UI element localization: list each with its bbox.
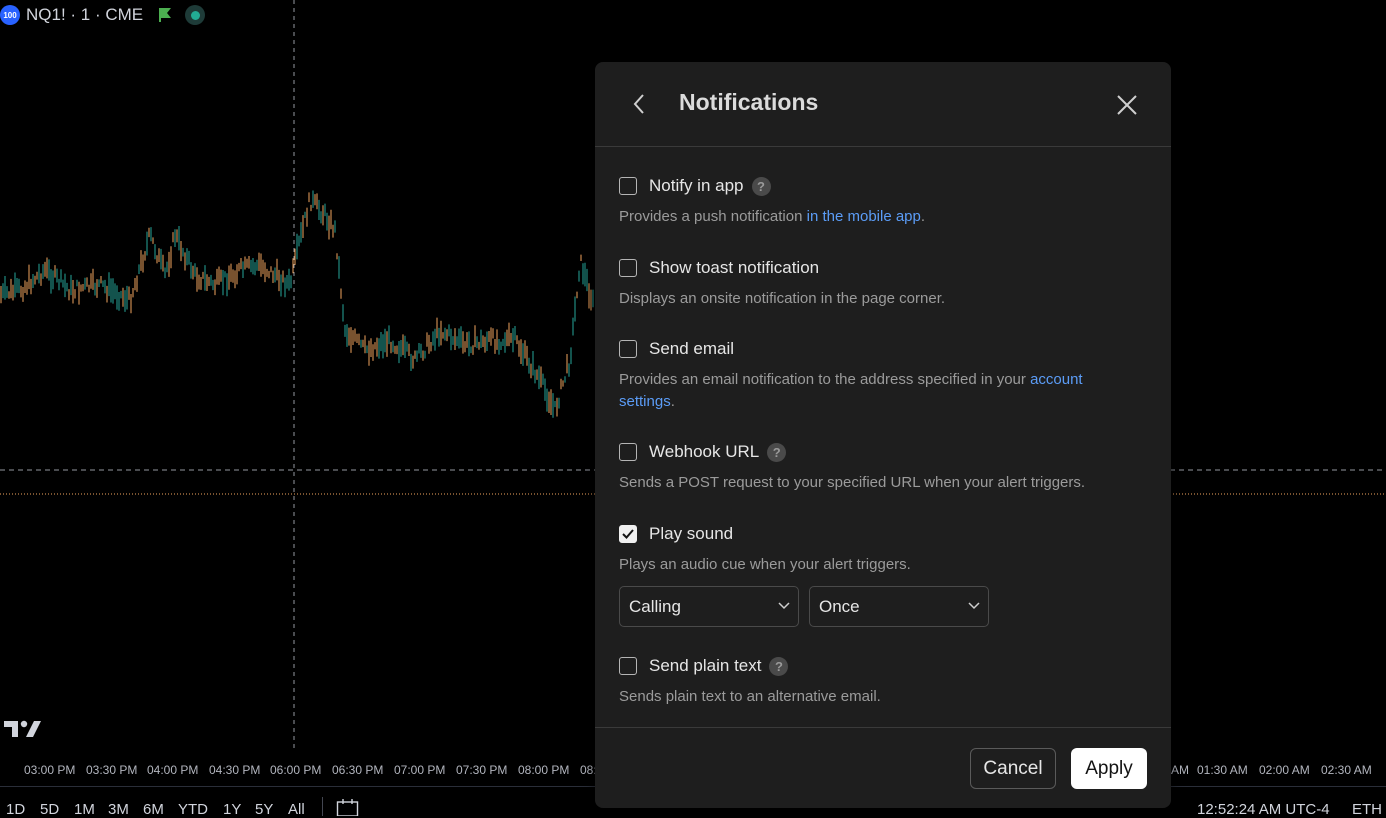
option-webhook-url: Webhook URL ? Sends a POST request to yo…: [619, 441, 1139, 494]
close-icon[interactable]: [1114, 92, 1140, 118]
range-1y-button[interactable]: 1Y: [223, 801, 241, 818]
play-sound-checkbox[interactable]: [619, 525, 637, 543]
tradingview-logo-icon[interactable]: [4, 718, 42, 740]
symbol-bar[interactable]: 100 NQ1! · 1 · CME: [0, 3, 206, 27]
divider: [322, 797, 323, 816]
range-5d-button[interactable]: 5D: [40, 801, 59, 818]
clock-readout[interactable]: 12:52:24 AM UTC-4: [1197, 801, 1330, 818]
help-icon[interactable]: ?: [769, 656, 789, 676]
calendar-icon[interactable]: [336, 798, 360, 816]
time-tick: 03:30 PM: [86, 763, 138, 777]
time-tick: 02:30 AM: [1321, 763, 1372, 777]
time-tick: 04:00 PM: [147, 763, 199, 777]
option-description: Sends a POST request to your specified U…: [619, 474, 1086, 491]
option-description: Sends plain text to an alternative email…: [619, 688, 881, 705]
desc-text: Provides a push notification: [619, 208, 807, 225]
repeat-select-value: Once: [819, 596, 860, 616]
back-button-icon[interactable]: [627, 90, 653, 118]
notify-in-app-checkbox[interactable]: [619, 177, 637, 195]
send-email-checkbox[interactable]: [619, 340, 637, 358]
time-tick: 03:00 PM: [24, 763, 76, 777]
option-description: Plays an audio cue when your alert trigg…: [619, 556, 911, 573]
time-tick: 07:00 PM: [394, 763, 446, 777]
range-5y-button[interactable]: 5Y: [255, 801, 273, 818]
sound-selects: Calling Once: [619, 586, 1139, 627]
time-tick: 06:00 PM: [270, 763, 322, 777]
help-icon[interactable]: ?: [751, 176, 771, 196]
webhook-url-checkbox[interactable]: [619, 443, 637, 461]
range-all-button[interactable]: All: [288, 801, 305, 818]
mobile-app-link[interactable]: in the mobile app: [807, 208, 921, 225]
notifications-dialog: Notifications Notify in app ? Provides a…: [595, 62, 1171, 808]
repeat-select[interactable]: Once: [809, 586, 989, 627]
range-1m-button[interactable]: 1M: [74, 801, 95, 818]
dialog-footer: Cancel Apply: [595, 727, 1171, 808]
nasdaq-badge-icon: 100: [0, 5, 20, 25]
desc-text: .: [670, 393, 675, 410]
option-label[interactable]: Send email: [649, 339, 734, 359]
option-description: Provides an email notification to the ad…: [619, 369, 1139, 413]
time-tick: AM: [1171, 763, 1189, 777]
dialog-title: Notifications: [679, 89, 819, 115]
range-1d-button[interactable]: 1D: [6, 801, 25, 818]
send-plain-text-checkbox[interactable]: [619, 657, 637, 675]
time-tick: 07:30 PM: [456, 763, 508, 777]
option-label[interactable]: Send plain text: [649, 656, 761, 676]
flag-icon[interactable]: [157, 7, 173, 23]
cancel-button[interactable]: Cancel: [970, 748, 1056, 789]
option-send-plain-text: Send plain text ? Sends plain text to an…: [619, 655, 1139, 708]
option-play-sound: Play sound Plays an audio cue when your …: [619, 523, 1139, 576]
help-icon[interactable]: ?: [767, 442, 787, 462]
option-send-email: Send email Provides an email notificatio…: [619, 338, 1139, 413]
range-6m-button[interactable]: 6M: [143, 801, 164, 818]
sound-select-value: Calling: [629, 596, 681, 616]
chevron-down-icon: [778, 602, 790, 610]
symbol-title[interactable]: NQ1! · 1 · CME: [26, 5, 143, 25]
time-tick: 04:30 PM: [209, 763, 261, 777]
dialog-header: Notifications: [595, 62, 1171, 147]
show-toast-checkbox[interactable]: [619, 259, 637, 277]
option-label[interactable]: Show toast notification: [649, 258, 819, 278]
option-label[interactable]: Webhook URL: [649, 442, 759, 462]
time-tick: 02:00 AM: [1259, 763, 1310, 777]
range-ytd-button[interactable]: YTD: [178, 801, 208, 818]
market-status-icon[interactable]: [185, 5, 206, 25]
time-tick: 06:30 PM: [332, 763, 384, 777]
option-description: Displays an onsite notification in the p…: [619, 290, 946, 307]
sound-select[interactable]: Calling: [619, 586, 799, 627]
range-3m-button[interactable]: 3M: [108, 801, 129, 818]
option-label[interactable]: Notify in app: [649, 176, 744, 196]
option-notify-in-app: Notify in app ? Provides a push notifica…: [619, 175, 1139, 228]
apply-button[interactable]: Apply: [1071, 748, 1147, 789]
desc-text: Provides an email notification to the ad…: [619, 371, 1031, 388]
chevron-down-icon: [968, 602, 980, 610]
option-description: Provides a push notification in the mobi…: [619, 206, 1139, 228]
time-tick: 08:00 PM: [518, 763, 570, 777]
desc-text: .: [920, 208, 926, 225]
time-tick: 01:30 AM: [1197, 763, 1248, 777]
dialog-body: Notify in app ? Provides a push notifica…: [595, 147, 1171, 727]
option-label[interactable]: Play sound: [649, 524, 733, 544]
option-show-toast: Show toast notification Displays an onsi…: [619, 257, 1139, 310]
session-toggle[interactable]: ETH: [1352, 801, 1382, 818]
checkmark-icon: [622, 529, 634, 539]
